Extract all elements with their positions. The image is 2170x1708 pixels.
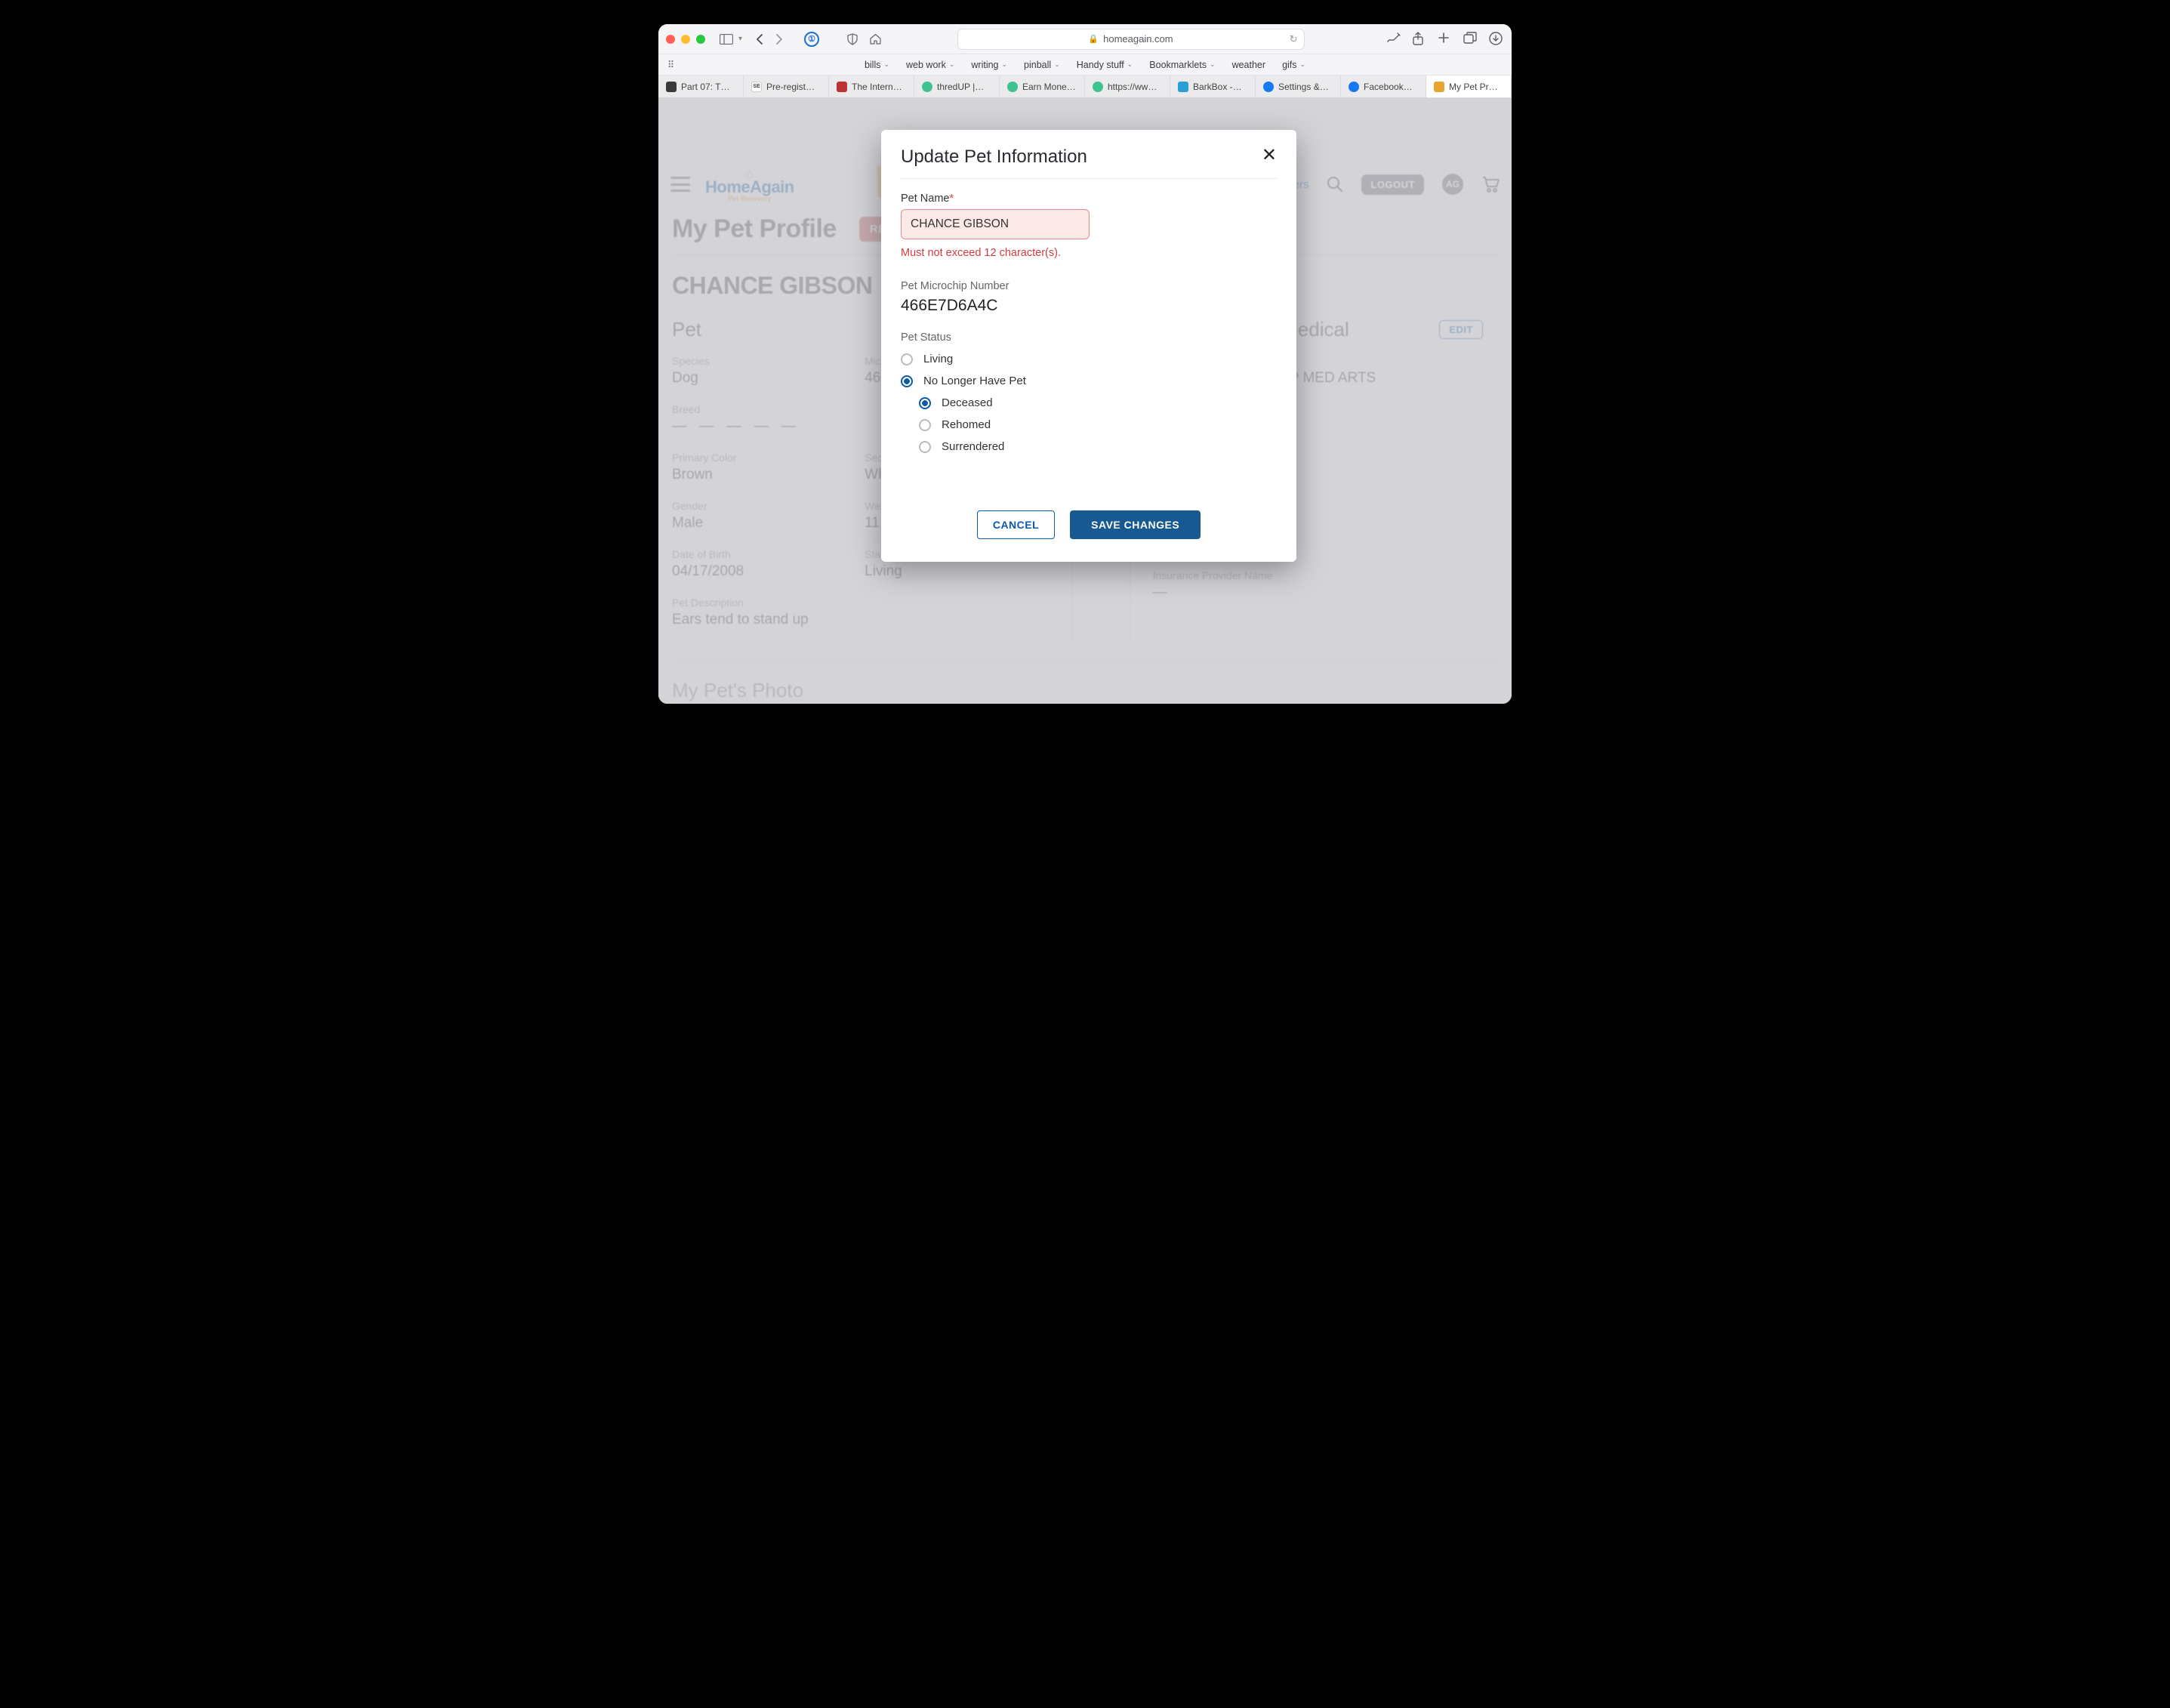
bookmark-folder[interactable]: gifs⌄ <box>1282 60 1305 70</box>
radio-icon <box>919 441 931 453</box>
start-page-icon[interactable]: ⠿ <box>667 59 674 70</box>
save-changes-button[interactable]: SAVE CHANGES <box>1070 510 1201 539</box>
bookmark-folder[interactable]: Bookmarklets⌄ <box>1149 60 1215 70</box>
browser-toolbar: ▾ ① 🔒 homeagain.com ↻ <box>658 24 1512 54</box>
chevron-down-icon[interactable]: ▾ <box>738 35 742 43</box>
bookmark-item[interactable]: weather <box>1232 60 1265 70</box>
radio-icon <box>901 375 913 387</box>
home-icon[interactable] <box>866 30 884 48</box>
radio-icon <box>901 353 913 365</box>
bookmark-folder[interactable]: writing⌄ <box>971 60 1007 70</box>
bookmark-folder[interactable]: web work⌄ <box>906 60 954 70</box>
minimize-window-button[interactable] <box>681 35 690 44</box>
browser-tab[interactable]: https://ww… <box>1085 76 1170 97</box>
draw-icon[interactable] <box>1386 32 1401 47</box>
browser-tab[interactable]: The Intern… <box>829 76 914 97</box>
bookmark-folder[interactable]: pinball⌄ <box>1024 60 1060 70</box>
bookmark-folder[interactable]: bills⌄ <box>865 60 889 70</box>
close-window-button[interactable] <box>666 35 675 44</box>
radio-no-longer[interactable]: No Longer Have Pet <box>901 370 1277 392</box>
browser-tab[interactable]: thredUP |… <box>914 76 1000 97</box>
url-text: homeagain.com <box>1103 33 1173 45</box>
browser-tab[interactable]: Settings &… <box>1256 76 1341 97</box>
tabs-overview-icon[interactable] <box>1463 32 1478 47</box>
pet-name-input[interactable] <box>901 209 1090 239</box>
bookmark-folder[interactable]: Handy stuff⌄ <box>1077 60 1133 70</box>
maximize-window-button[interactable] <box>696 35 705 44</box>
radio-icon <box>919 419 931 431</box>
shield-icon[interactable] <box>843 30 862 48</box>
address-bar[interactable]: 🔒 homeagain.com ↻ <box>957 29 1305 50</box>
pet-name-label: Pet Name* <box>901 193 1277 205</box>
onepassword-icon[interactable]: ① <box>804 32 819 47</box>
browser-tab[interactable]: BarkBox -… <box>1170 76 1256 97</box>
browser-tab[interactable]: Part 07: T… <box>658 76 744 97</box>
microchip-label: Pet Microchip Number <box>901 280 1277 292</box>
browser-tab[interactable]: Facebook… <box>1341 76 1426 97</box>
validation-error: Must not exceed 12 character(s). <box>901 247 1277 259</box>
back-button[interactable] <box>753 32 766 46</box>
browser-tab[interactable]: Earn Mone… <box>1000 76 1085 97</box>
forward-button[interactable] <box>772 32 786 46</box>
lock-icon: 🔒 <box>1088 34 1099 44</box>
browser-tab[interactable]: My Pet Pr… <box>1426 76 1512 97</box>
radio-rehomed[interactable]: Rehomed <box>919 414 1277 436</box>
update-pet-modal: Update Pet Information ✕ Pet Name* Must … <box>881 130 1296 562</box>
downloads-icon[interactable] <box>1489 32 1504 47</box>
close-icon[interactable]: ✕ <box>1262 146 1277 165</box>
tab-strip: Part 07: T… SEPre-regist… The Intern… th… <box>658 76 1512 98</box>
window-controls <box>666 35 705 44</box>
bookmarks-bar: ⠿ bills⌄ web work⌄ writing⌄ pinball⌄ Han… <box>658 54 1512 76</box>
cancel-button[interactable]: CANCEL <box>977 510 1055 539</box>
radio-icon <box>919 397 931 409</box>
modal-title: Update Pet Information <box>901 146 1087 168</box>
reload-icon[interactable]: ↻ <box>1290 33 1298 45</box>
browser-window: ▾ ① 🔒 homeagain.com ↻ <box>658 24 1512 704</box>
radio-surrendered[interactable]: Surrendered <box>919 436 1277 458</box>
radio-deceased[interactable]: Deceased <box>919 392 1277 414</box>
pet-status-label: Pet Status <box>901 331 1277 344</box>
sidebar-toggle-icon[interactable] <box>717 30 735 48</box>
microchip-value: 466E7D6A4C <box>901 297 1277 315</box>
share-icon[interactable] <box>1412 32 1427 47</box>
radio-living[interactable]: Living <box>901 348 1277 370</box>
new-tab-button[interactable] <box>1438 32 1453 47</box>
browser-tab[interactable]: SEPre-regist… <box>744 76 829 97</box>
